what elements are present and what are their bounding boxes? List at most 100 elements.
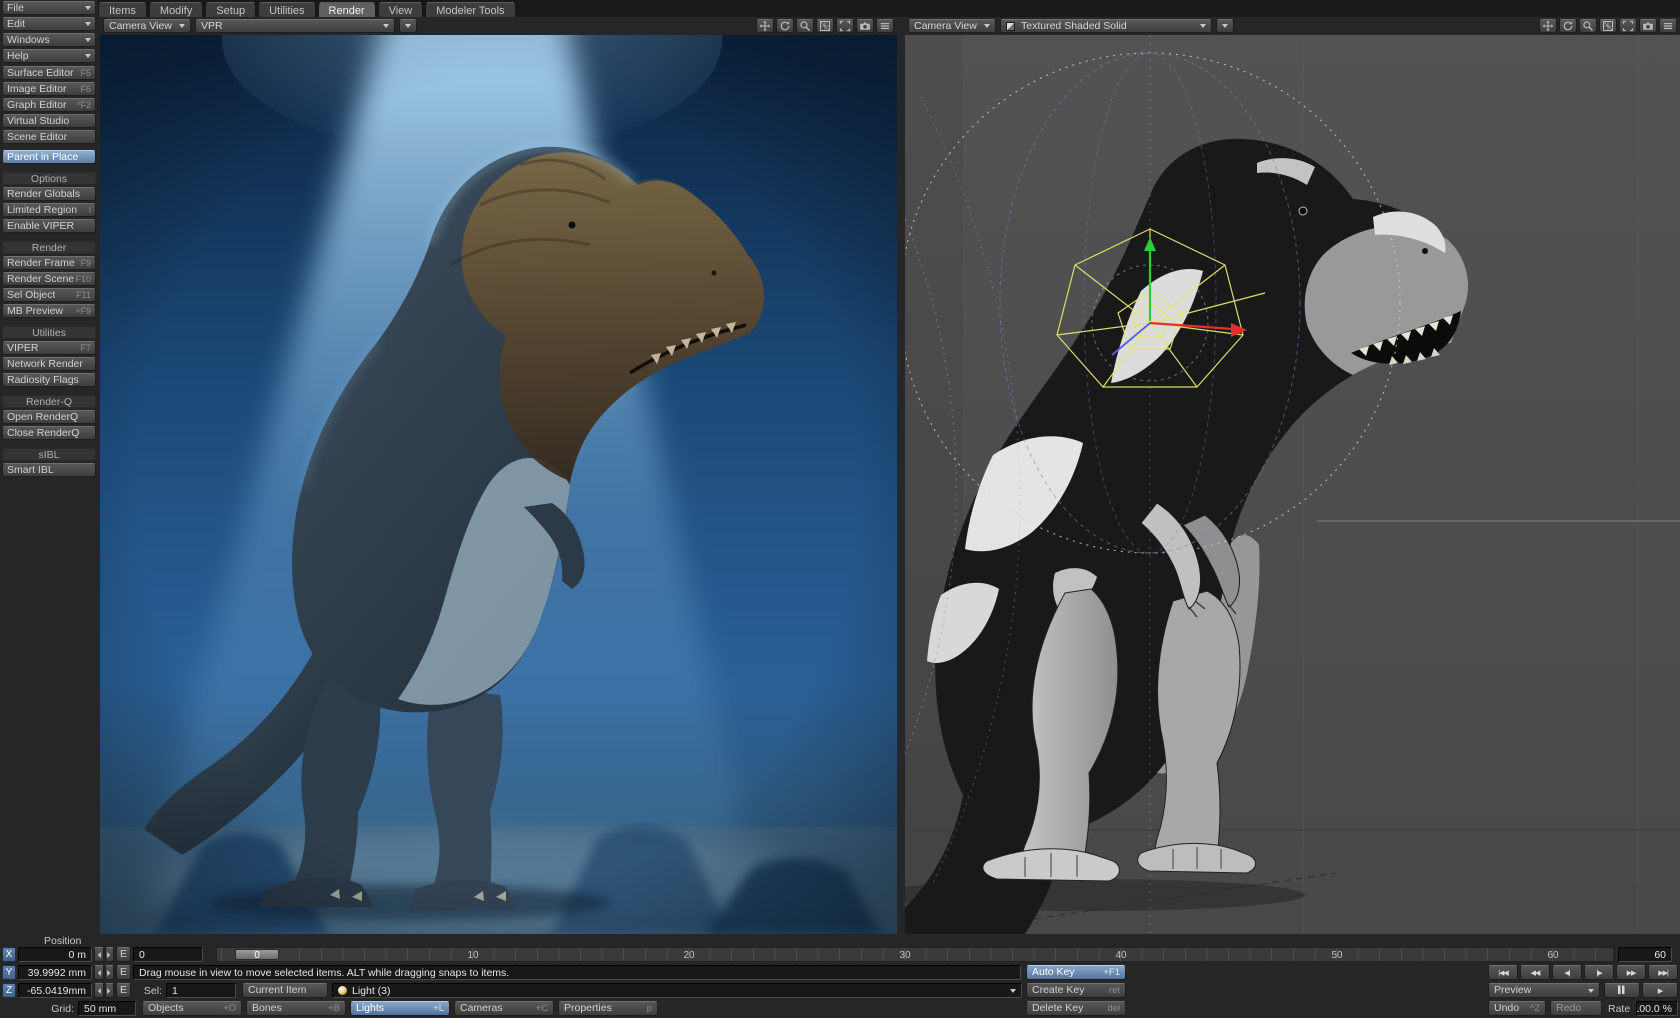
go-end-icon[interactable]: ▶▶|: [1648, 965, 1678, 980]
step-left-icon[interactable]: [94, 983, 104, 998]
prev-key-icon[interactable]: ◀◀: [1520, 965, 1550, 980]
position-y-field[interactable]: 39.9992 mm: [18, 965, 92, 980]
tab-utilities[interactable]: Utilities: [258, 2, 315, 17]
left-viewport-toolbar: [756, 19, 894, 33]
y-envelope-button[interactable]: E: [116, 965, 131, 980]
sidebar-item-network-render[interactable]: Network Render: [2, 357, 96, 371]
sidebar-item-graph-editor[interactable]: Graph Editor^F2: [2, 98, 96, 112]
item-type-lights[interactable]: Lights+L: [350, 1001, 450, 1016]
sidebar-item-image-editor[interactable]: Image EditorF6: [2, 82, 96, 96]
axis-z-button[interactable]: Z: [2, 983, 16, 998]
camera-icon[interactable]: [856, 19, 874, 33]
current-item-button[interactable]: Current Item: [242, 983, 328, 998]
sidebar-menu-windows[interactable]: Windows: [2, 33, 96, 47]
go-start-icon[interactable]: |◀◀: [1488, 965, 1518, 980]
axis-y-button[interactable]: Y: [2, 965, 16, 980]
sidebar-item-enable-viper[interactable]: Enable VIPER: [2, 219, 96, 233]
right-render-mode-selector[interactable]: Textured Shaded Solid: [1000, 19, 1212, 33]
position-z-field[interactable]: -65.0419mm: [18, 983, 92, 998]
sidebar-item-scene-editor[interactable]: Scene Editor: [2, 130, 96, 144]
item-type-objects[interactable]: Objects+O: [142, 1001, 242, 1016]
rotate-icon[interactable]: [1559, 19, 1577, 33]
step-right-icon[interactable]: [105, 983, 115, 998]
sidebar-item-parent-in-place[interactable]: Parent in Place: [2, 150, 96, 164]
last-frame-field[interactable]: 60: [1618, 947, 1672, 962]
step-left-icon[interactable]: [94, 947, 104, 962]
item-type-bones[interactable]: Bones+B: [246, 1001, 346, 1016]
tab-modeler-tools[interactable]: Modeler Tools: [425, 2, 515, 17]
left-view-selector[interactable]: Camera View: [103, 19, 191, 33]
timeline-row: X 0 m E 0 0102030405060 60: [0, 947, 1680, 962]
rate-field: 100.0 %: [1636, 1001, 1678, 1016]
zoom-icon[interactable]: [1579, 19, 1597, 33]
wireframe-icon[interactable]: [1599, 19, 1617, 33]
x-envelope-button[interactable]: E: [116, 947, 131, 962]
zoom-icon[interactable]: [796, 19, 814, 33]
item-type-properties[interactable]: Propertiesp: [558, 1001, 658, 1016]
tab-view[interactable]: View: [378, 2, 424, 17]
undo-button[interactable]: Undo ^Z: [1488, 1001, 1546, 1016]
play-icon[interactable]: ▶: [1642, 983, 1678, 998]
step-left-icon[interactable]: [94, 965, 104, 980]
redo-button[interactable]: Redo: [1550, 1001, 1602, 1016]
button-label: MB Preview: [7, 305, 63, 317]
current-item-dropdown[interactable]: Light (3): [332, 983, 1022, 998]
sidebar-item-surface-editor[interactable]: Surface EditorF5: [2, 66, 96, 80]
tab-modify[interactable]: Modify: [149, 2, 203, 17]
axis-x-button[interactable]: X: [2, 947, 16, 962]
sidebar-item-radiosity-flags[interactable]: Radiosity Flags: [2, 373, 96, 387]
sidebar-item-render-frame[interactable]: Render FrameF9: [2, 256, 96, 270]
pan-icon[interactable]: [756, 19, 774, 33]
position-x-field[interactable]: 0 m: [18, 947, 92, 962]
menu-icon[interactable]: [1659, 19, 1677, 33]
tab-render[interactable]: Render: [318, 2, 376, 17]
right-view-selector[interactable]: Camera View: [908, 19, 996, 33]
wireframe-icon[interactable]: [816, 19, 834, 33]
sidebar-item-mb-preview[interactable]: MB Preview+F9: [2, 304, 96, 318]
pause-icon[interactable]: ▌▌: [1604, 983, 1640, 998]
grid-size-field: 50 mm: [78, 1001, 136, 1016]
first-frame-field[interactable]: 0: [133, 947, 203, 962]
sidebar-item-open-renderq[interactable]: Open RenderQ: [2, 410, 96, 424]
delete-key-button[interactable]: Delete Keydel: [1026, 1001, 1126, 1016]
auto-key-button[interactable]: Auto Key+F1: [1026, 965, 1126, 980]
sidebar-item-limited-region[interactable]: Limited Regionl: [2, 203, 96, 217]
camera-icon[interactable]: [1639, 19, 1657, 33]
menu-label: Help: [7, 50, 29, 62]
sidebar-menu-file[interactable]: File: [2, 1, 96, 15]
right-header-options-dropdown[interactable]: [1216, 19, 1234, 33]
left-header-options-dropdown[interactable]: [399, 19, 417, 33]
create-key-button[interactable]: Create Keyret: [1026, 983, 1126, 998]
fit-icon[interactable]: [1619, 19, 1637, 33]
sidebar-item-render-scene[interactable]: Render SceneF10: [2, 272, 96, 286]
chevron-down-icon: [383, 24, 389, 28]
z-envelope-button[interactable]: E: [116, 983, 131, 998]
next-key-icon[interactable]: ▶▶: [1616, 965, 1646, 980]
sidebar-item-viper[interactable]: VIPERF7: [2, 341, 96, 355]
step-right-icon[interactable]: [105, 947, 115, 962]
left-viewport-canvas[interactable]: [100, 35, 897, 934]
step-right-icon[interactable]: [105, 965, 115, 980]
sidebar-item-close-renderq[interactable]: Close RenderQ: [2, 426, 96, 440]
menu-icon[interactable]: [876, 19, 894, 33]
sidebar-menu-help[interactable]: Help: [2, 49, 96, 63]
sidebar-menu-edit[interactable]: Edit: [2, 17, 96, 31]
tab-setup[interactable]: Setup: [205, 2, 256, 17]
sidebar-item-virtual-studio[interactable]: Virtual Studio: [2, 114, 96, 128]
rotate-icon[interactable]: [776, 19, 794, 33]
current-item-row: Z -65.0419mm E Sel: 1 Current Item Light…: [0, 983, 1680, 998]
pan-icon[interactable]: [1539, 19, 1557, 33]
tab-items[interactable]: Items: [98, 2, 147, 17]
sidebar-item-sel-object[interactable]: Sel ObjectF11: [2, 288, 96, 302]
fit-icon[interactable]: [836, 19, 854, 33]
play-forward-icon[interactable]: |▶: [1584, 965, 1614, 980]
play-reverse-icon[interactable]: ◀|: [1552, 965, 1582, 980]
timeline-ruler[interactable]: 0102030405060: [216, 947, 1614, 962]
left-render-mode-selector[interactable]: VPR: [195, 19, 395, 33]
item-type-cameras[interactable]: Cameras+C: [454, 1001, 554, 1016]
sidebar-item-smart-ibl[interactable]: Smart IBL: [2, 463, 96, 477]
left-viewport: Camera View VPR: [100, 17, 897, 934]
sidebar-item-render-globals[interactable]: Render Globals: [2, 187, 96, 201]
preview-dropdown[interactable]: Preview: [1488, 983, 1600, 998]
right-viewport-canvas[interactable]: [905, 35, 1680, 934]
